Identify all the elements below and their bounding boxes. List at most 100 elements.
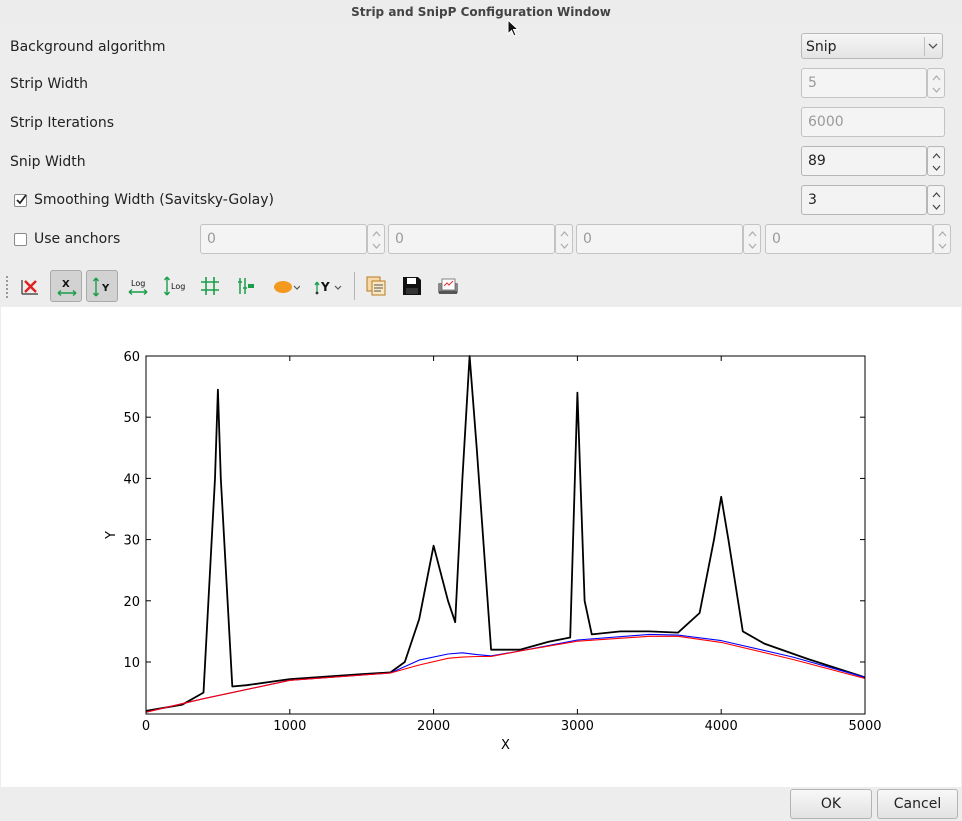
- x-log-button[interactable]: Log: [122, 270, 154, 302]
- chevron-up-icon: [932, 75, 941, 81]
- chevron-up-icon: [560, 231, 569, 237]
- anchor-field-3[interactable]: 0: [576, 224, 743, 254]
- strip-iterations-value: 6000: [808, 114, 844, 130]
- copy-icon: [366, 276, 386, 296]
- y-axis-direction-icon: Y: [314, 280, 342, 295]
- y-autoscale-button[interactable]: Y: [86, 270, 118, 302]
- strip-width-label: Strip Width: [10, 76, 89, 92]
- anchor-value: 0: [583, 231, 592, 247]
- y-tick-label: 20: [123, 595, 140, 610]
- chevron-up-icon: [932, 192, 941, 198]
- anchor-value: 0: [395, 231, 404, 247]
- grid-icon: [201, 277, 219, 295]
- mouse-cursor-icon: [507, 19, 520, 37]
- symbol-button[interactable]: [268, 270, 304, 302]
- series-line-0: [145, 355, 866, 712]
- use-anchors-checkbox[interactable]: [14, 233, 27, 246]
- chevron-down-icon: [748, 243, 757, 249]
- x-autoscale-button[interactable]: X: [50, 270, 82, 302]
- background-algorithm-label: Background algorithm: [10, 39, 166, 55]
- symbol-icon: [274, 281, 300, 293]
- x-tick-label: 0: [142, 719, 150, 734]
- plot-toolbar: X Y Log Log Y: [0, 268, 962, 306]
- plot-frame: [145, 355, 866, 715]
- smoothing-width-checkbox[interactable]: [14, 194, 27, 207]
- background-algorithm-select[interactable]: Snip: [801, 33, 943, 59]
- anchor-stepper-2[interactable]: [555, 224, 573, 254]
- snip-width-stepper[interactable]: [927, 146, 945, 176]
- toolbar-grip[interactable]: [6, 276, 8, 298]
- strip-iterations-field[interactable]: 6000: [801, 107, 945, 137]
- chevron-up-icon: [748, 231, 757, 237]
- smoothing-width-value: 3: [808, 192, 817, 208]
- y-log-button[interactable]: Log: [158, 270, 190, 302]
- chevron-up-icon: [938, 231, 947, 237]
- strip-width-stepper[interactable]: [927, 68, 945, 98]
- anchor-field-4[interactable]: 0: [765, 224, 933, 254]
- spectrum-chart: 0 1000 2000 3000 4000 5000 10 20 30 40 50 60 X Y: [104, 350, 882, 753]
- snip-width-field[interactable]: 89: [801, 146, 927, 176]
- chevron-up-icon: [372, 231, 381, 237]
- strip-width-field[interactable]: 5: [801, 68, 927, 98]
- y-tick-label: 60: [123, 350, 140, 365]
- snip-width-label: Snip Width: [10, 154, 86, 170]
- y-tick-label: 30: [123, 534, 140, 549]
- print-button[interactable]: [432, 270, 464, 302]
- reset-zoom-button[interactable]: [14, 270, 46, 302]
- use-anchors-label: Use anchors: [34, 231, 121, 247]
- smoothing-width-label: Smoothing Width (Savitsky-Golay): [34, 192, 274, 208]
- svg-text:Log: Log: [131, 279, 145, 288]
- svg-text:Y: Y: [101, 283, 110, 294]
- x-tick-label: 2000: [417, 719, 450, 734]
- svg-text:Log: Log: [171, 282, 185, 291]
- x-tick-label: 4000: [705, 719, 738, 734]
- svg-text:Y: Y: [320, 280, 330, 294]
- toolbar-separator: [354, 272, 355, 300]
- grid-button[interactable]: [194, 270, 226, 302]
- chevron-down-icon: [560, 243, 569, 249]
- checkmark-icon: [16, 194, 27, 205]
- strip-iterations-label: Strip Iterations: [10, 115, 115, 131]
- chevron-down-icon: [932, 204, 941, 210]
- ok-button[interactable]: OK: [790, 789, 872, 819]
- print-icon: [438, 278, 458, 294]
- series-line-1: [145, 633, 866, 713]
- cancel-button[interactable]: Cancel: [877, 789, 958, 819]
- chevron-down-icon: [928, 43, 938, 49]
- anchor-stepper-4[interactable]: [933, 224, 951, 254]
- y-axis-direction-button[interactable]: Y: [310, 270, 346, 302]
- anchor-field-2[interactable]: 0: [388, 224, 555, 254]
- x-tick-label: 3000: [561, 719, 594, 734]
- smoothing-width-stepper[interactable]: [927, 185, 945, 215]
- x-tick-label: 1000: [273, 719, 306, 734]
- x-tick-label: 5000: [848, 719, 881, 734]
- strip-width-value: 5: [808, 75, 817, 91]
- chevron-up-icon: [932, 153, 941, 159]
- anchor-stepper-1[interactable]: [367, 224, 385, 254]
- save-icon: [403, 277, 421, 295]
- anchor-value: 0: [207, 231, 216, 247]
- background-algorithm-value: Snip: [806, 39, 837, 55]
- y-log-icon: Log: [163, 276, 185, 296]
- chevron-down-icon: [372, 243, 381, 249]
- smoothing-width-field[interactable]: 3: [801, 185, 927, 215]
- y-axis-label: Y: [104, 531, 119, 540]
- anchor-value: 0: [772, 231, 781, 247]
- y-autoscale-icon: Y: [92, 277, 110, 297]
- anchor-stepper-3[interactable]: [743, 224, 761, 254]
- chevron-down-icon: [932, 165, 941, 171]
- y-tick-label: 10: [123, 656, 140, 671]
- svg-text:X: X: [62, 279, 70, 290]
- save-button[interactable]: [396, 270, 428, 302]
- plot-area[interactable]: 0 1000 2000 3000 4000 5000 10 20 30 40 50 60 X Y: [1, 307, 961, 787]
- reset-zoom-icon: [21, 280, 38, 295]
- series-line-2: [145, 635, 866, 713]
- y-tick-label: 50: [123, 411, 140, 426]
- snip-width-value: 89: [808, 153, 826, 169]
- copy-button[interactable]: [360, 270, 392, 302]
- combo-separator: [924, 37, 925, 56]
- chevron-down-icon: [938, 243, 947, 249]
- anchor-field-1[interactable]: 0: [200, 224, 367, 254]
- crosshair-button[interactable]: [230, 270, 262, 302]
- x-log-icon: Log: [128, 279, 148, 296]
